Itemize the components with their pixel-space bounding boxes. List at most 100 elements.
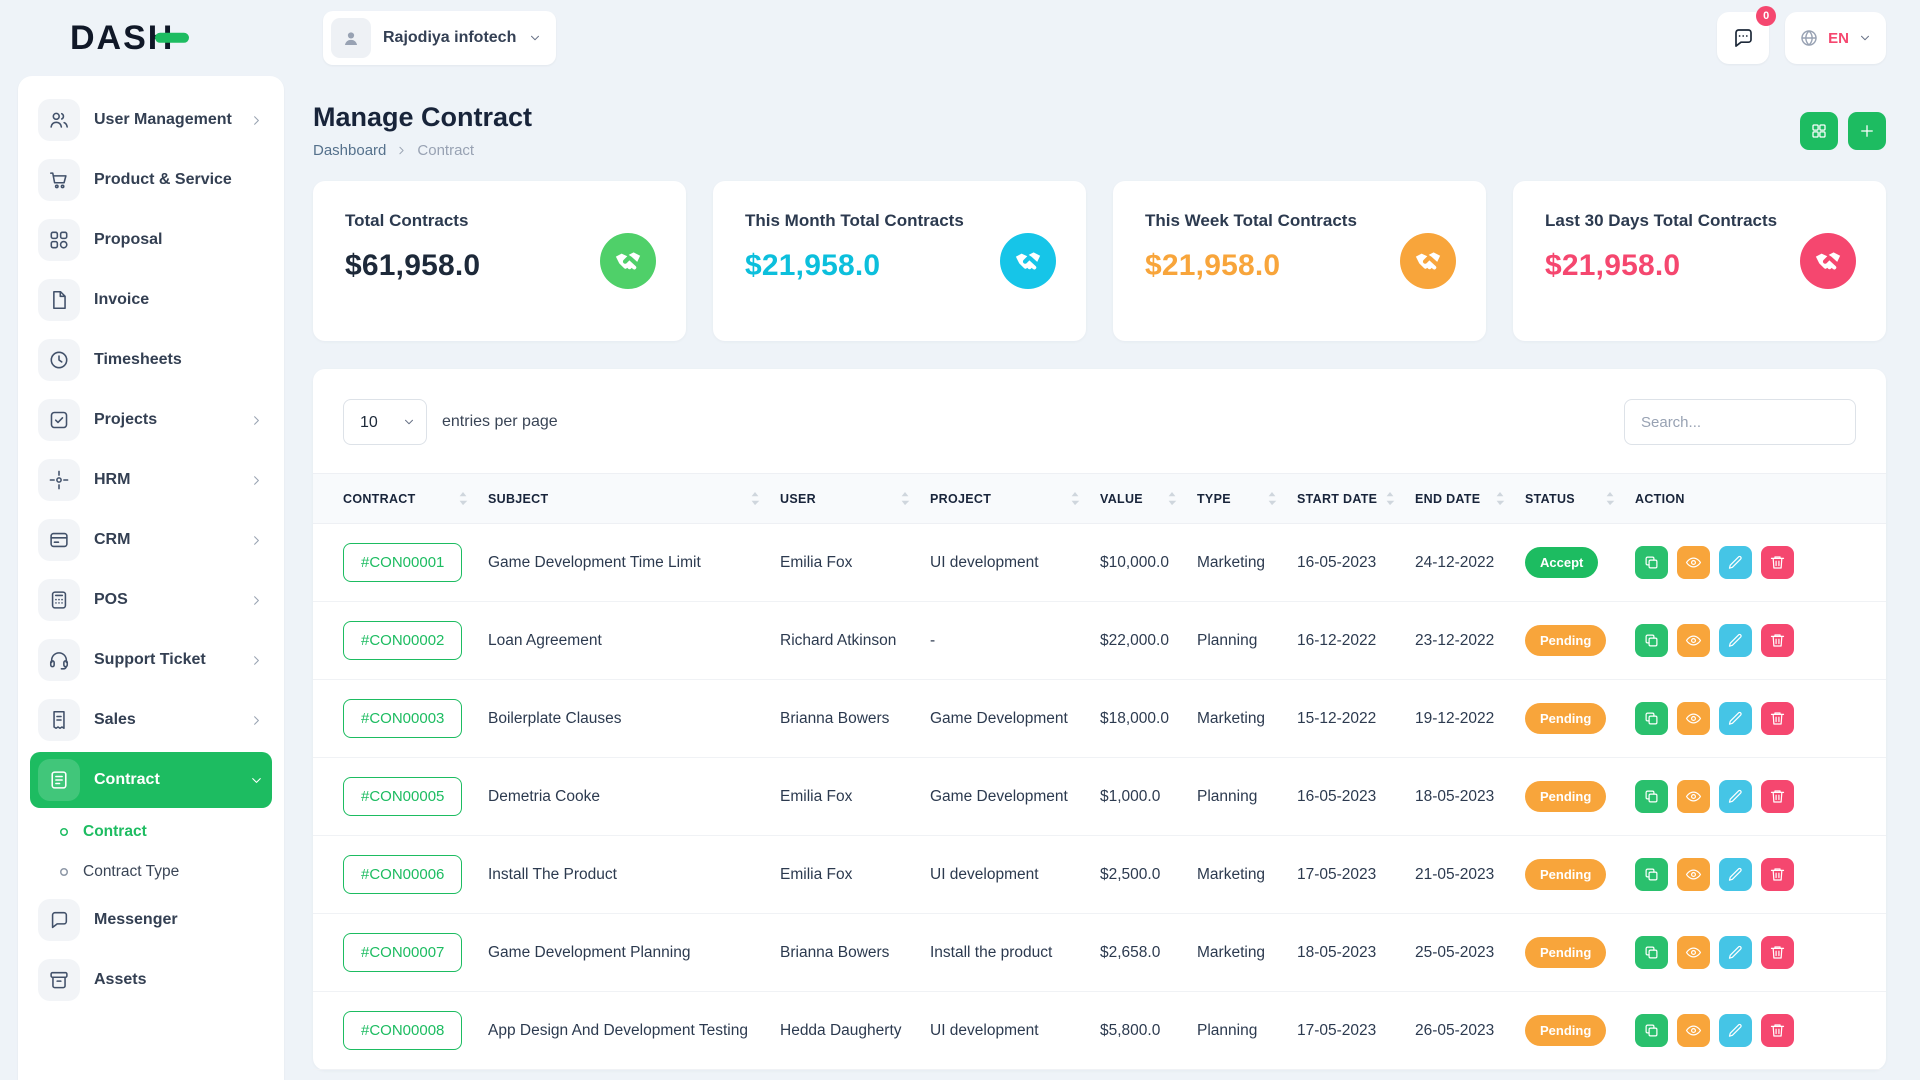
copy-icon <box>1643 788 1660 805</box>
sidebar-item-product-service[interactable]: Product & Service <box>30 152 272 208</box>
sidebar-item-invoice[interactable]: Invoice <box>30 272 272 328</box>
column-header-start-date[interactable]: START DATE <box>1287 474 1405 524</box>
cell-value: $1,000.0 <box>1090 758 1187 836</box>
table-controls: 10 entries per page <box>313 399 1886 445</box>
sidebar-item-crm[interactable]: CRM <box>30 512 272 568</box>
sidebar-subitem-contract-type[interactable]: Contract Type <box>30 852 272 892</box>
sidebar-item-messenger[interactable]: Messenger <box>30 892 272 948</box>
stat-icon-circle <box>1800 233 1856 289</box>
company-avatar-icon <box>331 18 371 58</box>
add-contract-button[interactable] <box>1848 112 1886 150</box>
view-button[interactable] <box>1677 702 1710 735</box>
view-button[interactable] <box>1677 858 1710 891</box>
action-buttons <box>1635 858 1876 891</box>
sidebar-item-timesheets[interactable]: Timesheets <box>30 332 272 388</box>
copy-icon <box>1643 554 1660 571</box>
edit-button[interactable] <box>1719 624 1752 657</box>
duplicate-button[interactable] <box>1635 1014 1668 1047</box>
contract-id-badge[interactable]: #CON00006 <box>343 855 462 894</box>
contract-id-badge[interactable]: #CON00008 <box>343 1011 462 1050</box>
column-header-end-date[interactable]: END DATE <box>1405 474 1515 524</box>
sidebar-item-sales[interactable]: Sales <box>30 692 272 748</box>
edit-button[interactable] <box>1719 1014 1752 1047</box>
delete-button[interactable] <box>1761 1014 1794 1047</box>
column-header-inner: ACTION <box>1635 492 1876 506</box>
view-button[interactable] <box>1677 546 1710 579</box>
app-logo[interactable]: DASH <box>70 19 174 58</box>
duplicate-button[interactable] <box>1635 936 1668 969</box>
sort-icon <box>1495 491 1505 506</box>
sidebar-item-contract[interactable]: Contract <box>30 752 272 808</box>
messages-button[interactable]: 0 <box>1717 12 1769 64</box>
action-buttons <box>1635 936 1876 969</box>
sidebar-item-label: Invoice <box>94 291 149 309</box>
sidebar-item-hrm[interactable]: HRM <box>30 452 272 508</box>
column-header-contract[interactable]: CONTRACT <box>313 474 478 524</box>
breadcrumb-link-dashboard[interactable]: Dashboard <box>313 142 386 159</box>
cell-contract: #CON00002 <box>313 602 478 680</box>
delete-button[interactable] <box>1761 624 1794 657</box>
cell-user: Emilia Fox <box>770 836 920 914</box>
cell-user: Brianna Bowers <box>770 914 920 992</box>
contract-id-badge[interactable]: #CON00007 <box>343 933 462 972</box>
sidebar-item-projects[interactable]: Projects <box>30 392 272 448</box>
contract-id-badge[interactable]: #CON00005 <box>343 777 462 816</box>
view-button[interactable] <box>1677 780 1710 813</box>
column-header-type[interactable]: TYPE <box>1187 474 1287 524</box>
column-header-inner: VALUE <box>1100 491 1177 506</box>
duplicate-button[interactable] <box>1635 546 1668 579</box>
sidebar-item-pos[interactable]: POS <box>30 572 272 628</box>
copy-icon <box>1643 632 1660 649</box>
contract-id-badge[interactable]: #CON00003 <box>343 699 462 738</box>
pencil-icon <box>1727 710 1744 727</box>
contract-id-badge[interactable]: #CON00002 <box>343 621 462 660</box>
column-header-user[interactable]: USER <box>770 474 920 524</box>
edit-button[interactable] <box>1719 858 1752 891</box>
delete-button[interactable] <box>1761 858 1794 891</box>
delete-button[interactable] <box>1761 546 1794 579</box>
duplicate-button[interactable] <box>1635 702 1668 735</box>
sidebar-subitem-contract[interactable]: Contract <box>30 812 272 852</box>
sidebar-item-proposal[interactable]: Proposal <box>30 212 272 268</box>
edit-button[interactable] <box>1719 780 1752 813</box>
sidebar-item-label: Support Ticket <box>94 651 206 669</box>
language-label: EN <box>1828 30 1849 47</box>
column-header-value[interactable]: VALUE <box>1090 474 1187 524</box>
contract-id-badge[interactable]: #CON00001 <box>343 543 462 582</box>
company-selector[interactable]: Rajodiya infotech <box>323 11 556 65</box>
cell-actions <box>1625 836 1886 914</box>
column-header-action[interactable]: ACTION <box>1625 474 1886 524</box>
card-icon <box>38 519 80 561</box>
cell-value: $18,000.0 <box>1090 680 1187 758</box>
column-header-project[interactable]: PROJECT <box>920 474 1090 524</box>
language-selector[interactable]: EN <box>1785 12 1886 64</box>
sort-icon <box>1167 491 1177 506</box>
view-button[interactable] <box>1677 936 1710 969</box>
edit-button[interactable] <box>1719 936 1752 969</box>
column-header-status[interactable]: STATUS <box>1515 474 1625 524</box>
sidebar-item-label: User Management <box>94 111 232 129</box>
view-button[interactable] <box>1677 1014 1710 1047</box>
duplicate-button[interactable] <box>1635 624 1668 657</box>
column-header-subject[interactable]: SUBJECT <box>478 474 770 524</box>
grid-view-button[interactable] <box>1800 112 1838 150</box>
duplicate-button[interactable] <box>1635 780 1668 813</box>
delete-button[interactable] <box>1761 780 1794 813</box>
edit-button[interactable] <box>1719 546 1752 579</box>
entries-per-page-select[interactable]: 10 <box>343 399 427 445</box>
action-buttons <box>1635 780 1876 813</box>
duplicate-button[interactable] <box>1635 858 1668 891</box>
chevron-right-icon <box>249 533 264 548</box>
sidebar-item-user-management[interactable]: User Management <box>30 92 272 148</box>
sidebar-item-assets[interactable]: Assets <box>30 952 272 1008</box>
cell-start-date: 15-12-2022 <box>1287 680 1405 758</box>
search-input[interactable] <box>1624 399 1856 445</box>
sidebar-item-support-ticket[interactable]: Support Ticket <box>30 632 272 688</box>
delete-button[interactable] <box>1761 702 1794 735</box>
delete-button[interactable] <box>1761 936 1794 969</box>
stat-icon-circle <box>1000 233 1056 289</box>
view-button[interactable] <box>1677 624 1710 657</box>
pos-device-icon <box>38 579 80 621</box>
edit-button[interactable] <box>1719 702 1752 735</box>
headset-icon <box>38 639 80 681</box>
